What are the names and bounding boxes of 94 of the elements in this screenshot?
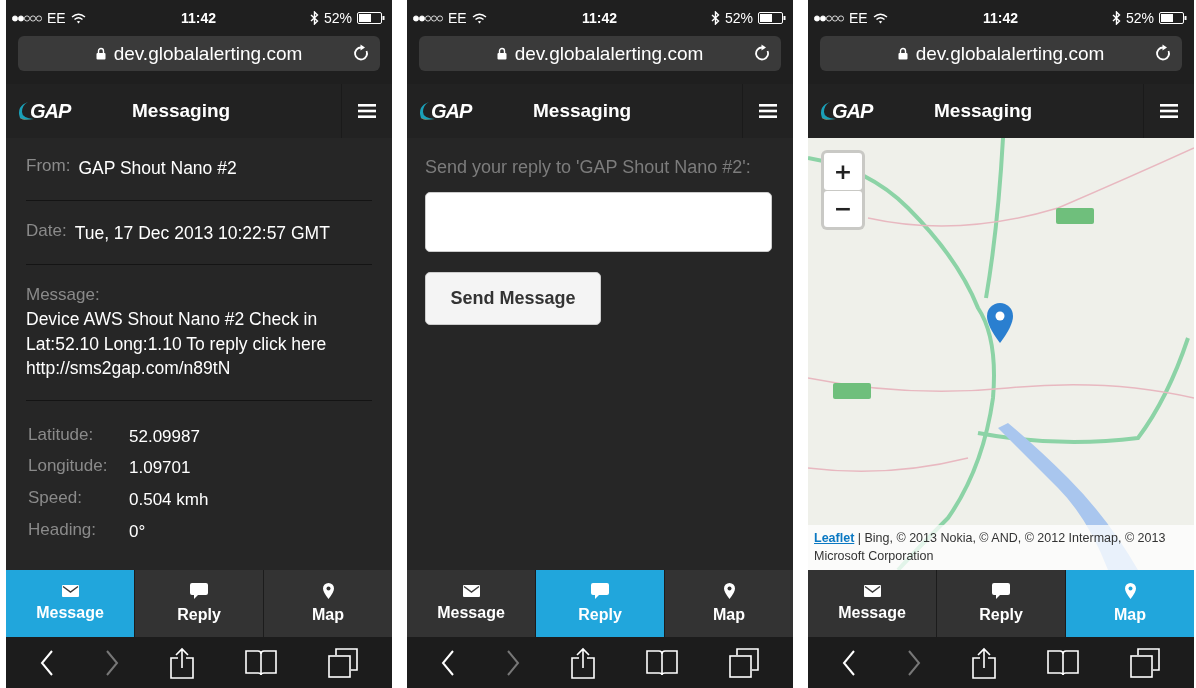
carrier-name: EE [47,10,66,26]
carrier-name: EE [448,10,467,26]
bluetooth-icon [309,11,319,25]
url-text: dev.globalalerting.com [915,42,1105,65]
reload-icon[interactable] [353,44,370,62]
tabs-icon[interactable] [729,647,760,678]
signal-icon [413,14,443,22]
share-icon[interactable] [169,646,194,679]
book-icon[interactable] [646,649,679,676]
envelope-icon [61,585,79,597]
carrier-name: EE [849,10,868,26]
tabs-icon[interactable] [1130,647,1161,678]
field-label: Date: [26,220,67,242]
forward-icon[interactable] [505,649,520,676]
lock-icon [95,47,106,60]
address-bar[interactable]: dev.globalalerting.com [18,36,380,71]
tab[interactable]: Reply [135,570,264,637]
battery-icon [357,12,385,24]
battery-percent: 52% [323,10,352,26]
tab[interactable]: Message [808,570,937,637]
speech-bubble-icon [992,583,1010,599]
forward-icon[interactable] [906,649,921,676]
book-icon[interactable] [1047,649,1080,676]
detail-label: Longitude: [28,456,109,478]
reload-icon[interactable] [1155,44,1172,62]
envelope-icon [863,585,881,597]
speech-bubble-icon [591,583,609,599]
signal-icon [814,14,844,22]
leaflet-link[interactable]: Leaflet [814,530,855,545]
zoom-in-button[interactable]: + [824,153,862,190]
detail-label: Heading: [28,519,98,541]
speech-bubble-icon [190,583,208,599]
share-icon[interactable] [570,646,595,679]
tab[interactable]: Message [407,570,536,637]
menu-icon[interactable] [759,104,777,118]
tab[interactable]: Map [665,570,793,637]
wifi-icon [70,12,86,24]
share-icon[interactable] [971,646,996,679]
gap-logo[interactable]: GAP [816,99,926,123]
detail-label: Speed: [28,488,83,510]
message-text: Device AWS Shout Nano #2 Check in Lat:52.10 Long:1.10 To reply click here http://sms2gap.com/n89tN [26,308,328,380]
forward-icon[interactable] [104,649,119,676]
map-pin-icon[interactable] [986,302,1014,344]
wifi-icon [471,12,487,24]
field-value: Tue, 17 Dec 2013 10:22:57 GMT [74,221,330,245]
envelope-icon [462,585,480,597]
url-text: dev.globalalerting.com [113,42,303,65]
map-pin-icon [1124,583,1136,599]
map-pin-icon [723,583,735,599]
gap-logo[interactable]: GAP [415,99,525,123]
page-title: Messaging [131,100,232,122]
battery-icon [1159,12,1187,24]
status-time: 11:42 [581,10,617,26]
battery-icon [758,12,786,24]
back-icon[interactable] [440,649,455,676]
tab[interactable]: Reply [937,570,1066,637]
address-bar[interactable]: dev.globalalerting.com [820,36,1182,71]
zoom-out-button[interactable]: − [824,190,862,227]
back-icon[interactable] [841,649,856,676]
field-label: Message: [26,285,101,305]
address-bar[interactable]: dev.globalalerting.com [419,36,781,71]
field-value: GAP Shout Nano #2 [78,157,237,180]
send-message-button[interactable]: Send Message [425,272,601,326]
reload-icon[interactable] [754,44,771,62]
detail-value: 52.09987 [129,425,201,448]
battery-percent: 52% [1125,10,1154,26]
url-text: dev.globalalerting.com [514,42,704,65]
reply-input-field[interactable] [425,192,772,253]
bluetooth-icon [710,11,720,25]
detail-label: Latitude: [28,424,95,446]
detail-value: 1.09701 [129,457,192,480]
signal-icon [12,14,42,22]
page-title: Messaging [532,100,633,122]
map-pin-icon [322,583,334,599]
detail-value: 0.504 kmh [129,489,210,512]
tab[interactable]: Map [264,570,392,637]
menu-icon[interactable] [358,104,376,118]
wifi-icon [872,12,888,24]
status-time: 11:42 [180,10,216,26]
menu-icon[interactable] [1160,104,1178,118]
lock-icon [897,47,908,60]
reply-prompt: Send your reply to 'GAP Shout Nano #2': [425,156,751,179]
gap-logo[interactable]: GAP [14,99,124,123]
status-time: 11:42 [982,10,1018,26]
book-icon[interactable] [245,649,278,676]
map-attribution: Leaflet | Bing, © 2013 Nokia, © AND, © 2012 Intermap, © 2013 Microsoft Corporation [808,524,1194,570]
field-label: From: [26,156,71,177]
back-icon[interactable] [39,649,54,676]
bluetooth-icon [1111,11,1121,25]
detail-value: 0° [129,520,147,543]
lock-icon [496,47,507,60]
page-title: Messaging [933,100,1034,122]
tabs-icon[interactable] [328,647,359,678]
battery-percent: 52% [724,10,753,26]
